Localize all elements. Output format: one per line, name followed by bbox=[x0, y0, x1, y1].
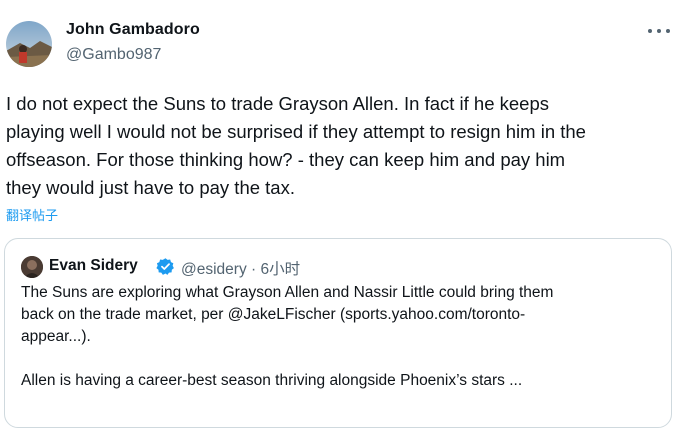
tweet-text: I do not expect the Suns to trade Grayso… bbox=[6, 90, 671, 202]
author-avatar[interactable] bbox=[6, 21, 52, 67]
translate-post-link[interactable]: 翻译帖子 bbox=[6, 205, 58, 224]
tweet-text-line: I do not expect the Suns to trade Grayso… bbox=[6, 93, 549, 114]
quote-text-line: back on the trade market, per @JakeLFisc… bbox=[21, 306, 526, 323]
quote-timestamp[interactable]: 6小时 bbox=[261, 261, 301, 278]
author-name[interactable]: John Gambadoro bbox=[66, 21, 200, 39]
quote-text: The Suns are exploring what Grayson Alle… bbox=[21, 282, 661, 392]
verified-badge-icon bbox=[156, 258, 174, 275]
more-horizontal-icon[interactable] bbox=[648, 24, 670, 38]
meta-separator: · bbox=[251, 261, 257, 278]
tweet-text-line: they would just have to pay the tax. bbox=[6, 177, 295, 198]
quote-author-name[interactable]: Evan Sidery bbox=[49, 257, 138, 275]
quote-author-avatar[interactable] bbox=[21, 256, 43, 278]
quoted-tweet-card[interactable]: Evan Sidery @esidery · 6小时 The Suns are … bbox=[4, 238, 672, 428]
quote-author-handle[interactable]: @esidery bbox=[181, 261, 247, 278]
quote-text-line: The Suns are exploring what Grayson Alle… bbox=[21, 284, 554, 301]
quote-text-line: appear...). bbox=[21, 328, 91, 345]
quote-meta: @esidery · 6小时 bbox=[181, 257, 300, 279]
tweet-text-line: offseason. For those thinking how? - the… bbox=[6, 149, 566, 170]
author-handle[interactable]: @Gambo987 bbox=[66, 46, 161, 64]
tweet-text-line: playing well I would not be surprised if… bbox=[6, 121, 586, 142]
quote-text-line: Allen is having a career-best season thr… bbox=[21, 372, 523, 389]
